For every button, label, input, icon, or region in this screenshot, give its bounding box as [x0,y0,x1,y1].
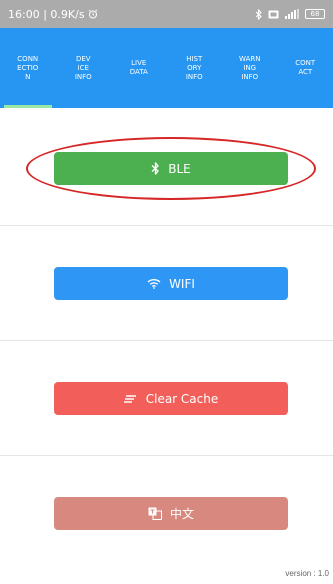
tab-contact[interactable]: CONT ACT [278,28,333,108]
tab-device-info-label: DEV ICE INFO [74,54,92,81]
signal-icon [284,9,300,19]
section-divider [0,225,333,226]
tab-contact-label: CONT ACT [295,59,316,76]
wifi-icon [147,278,161,289]
status-bar-right: 68 [255,8,325,20]
battery-indicator: 68 [305,9,325,19]
highlight-annotation-ring [26,137,316,200]
tab-connection-label: CONN ECTIO N [17,54,39,81]
bluetooth-icon [255,8,263,20]
battery-level: 68 [310,9,320,18]
language-toggle-label: 中文 [169,507,194,521]
battery-saver-icon [268,10,279,19]
tab-live-data[interactable]: LIVE DATA [111,28,167,108]
tab-live-data-label: LIVE DATA [129,59,148,76]
wifi-button[interactable]: WIFI [54,267,288,300]
clear-cache-button-label: Clear Cache [145,391,219,406]
translate-icon [148,507,162,520]
tab-warning-info[interactable]: WARN ING INFO [222,28,278,108]
tab-history-info-label: HIST ORY INFO [185,54,203,81]
tab-bar: CONN ECTIO N DEV ICE INFO LIVE DATA HIST… [0,28,333,108]
clear-list-icon [123,394,138,404]
clear-cache-button[interactable]: Clear Cache [54,382,288,415]
section-divider [0,455,333,456]
status-time-speed: 16:00 | 0.9K/s [8,7,85,21]
wifi-button-label: WIFI [169,276,195,291]
tab-device-info[interactable]: DEV ICE INFO [56,28,112,108]
status-bar-left: 16:00 | 0.9K/s [8,8,98,21]
alarm-clock-icon [88,9,98,19]
tab-warning-info-label: WARN ING INFO [239,54,261,81]
tab-history-info[interactable]: HIST ORY INFO [167,28,223,108]
language-toggle-button[interactable]: 中文 [54,497,288,530]
tab-connection[interactable]: CONN ECTIO N [0,28,56,108]
section-divider [0,340,333,341]
status-bar: 16:00 | 0.9K/s 68 [0,0,333,28]
version-label: version : 1.0 [285,569,329,578]
